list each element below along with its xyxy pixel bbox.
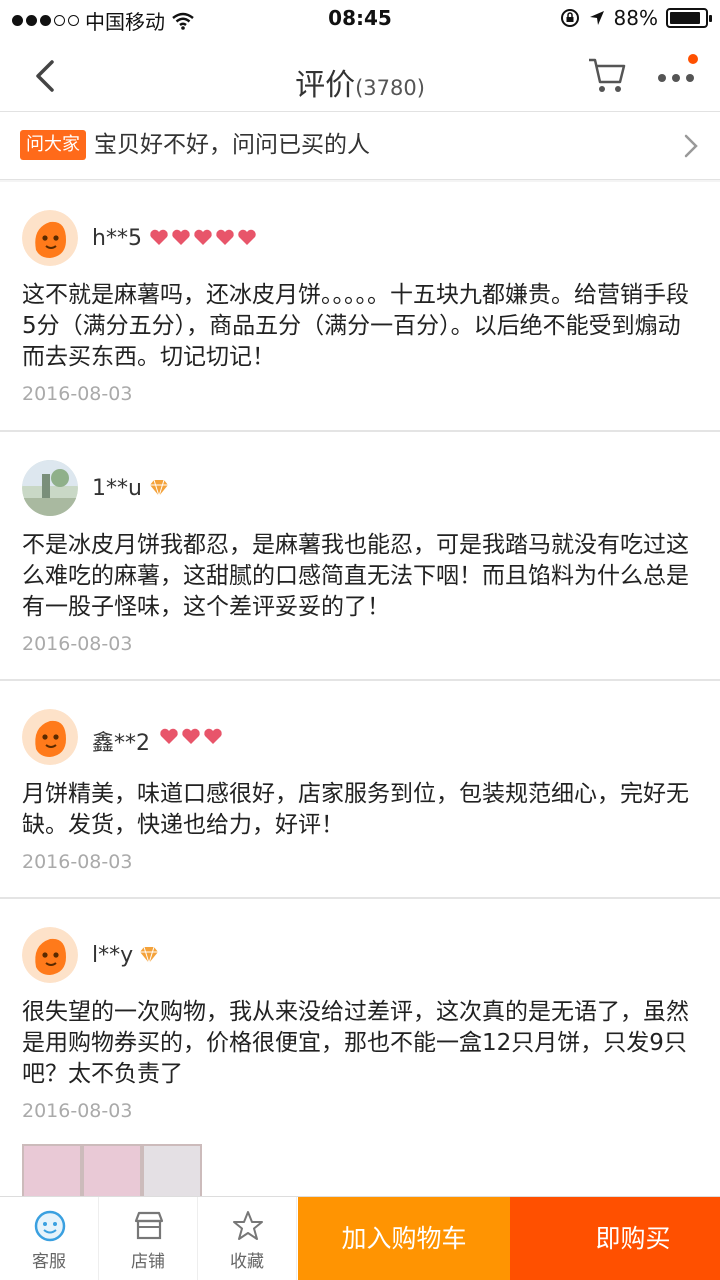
review-header: 鑫**2 xyxy=(0,681,720,765)
review-photo[interactable] xyxy=(82,1144,142,1200)
battery-icon xyxy=(666,8,712,28)
rotation-lock-icon xyxy=(560,9,579,27)
buy-now-button[interactable]: 即购买 xyxy=(510,1197,720,1280)
location-arrow-icon xyxy=(589,11,604,25)
cart-icon[interactable] xyxy=(586,54,628,96)
page-title-label: 评价 xyxy=(295,68,356,103)
avatar[interactable] xyxy=(22,210,78,266)
review-text: 月饼精美，味道口感很好，店家服务到位，包装规范细心，完好无缺。发货，快递也给力，… xyxy=(22,781,689,838)
tab-label: 客服 xyxy=(32,1252,66,1272)
review-item: l**y 很失望的一次购物，我从来没给过差评，这次真的是无语了，虽然是用购物券买… xyxy=(0,898,720,1200)
avatar[interactable] xyxy=(22,709,78,765)
review-item: 鑫**2 月饼精美，味道口感很好，店家服务到位，包装规范细心，完好无缺。发货，快… xyxy=(0,680,720,898)
tab-label: 店铺 xyxy=(131,1252,165,1272)
nav-bar: 评价(3780) xyxy=(0,38,720,112)
user-level xyxy=(148,228,258,248)
star-icon xyxy=(233,1211,263,1240)
review-item: h**5 这不就是麻薯吗，还冰皮月饼。。。。。十五块九都嫌贵。给营销手段5分（满… xyxy=(0,182,720,431)
review-text: 不是冰皮月饼我都忍，是麻薯我也能忍，可是我踏马就没有吃过这么难吃的麻薯，这甜腻的… xyxy=(22,532,689,620)
tab-shop[interactable]: 店铺 xyxy=(99,1197,198,1280)
review-header: 1**u xyxy=(0,432,720,516)
buy-now-label: 即购买 xyxy=(595,1224,671,1253)
tab-label: 收藏 xyxy=(230,1252,264,1272)
user-level xyxy=(158,727,226,747)
review-photo[interactable] xyxy=(22,1144,82,1200)
status-right: 88% xyxy=(560,6,712,30)
add-to-cart-button[interactable]: 加入购物车 xyxy=(298,1197,510,1280)
bottom-action-bar: 客服 店铺 收藏 加入购物车 即购买 xyxy=(0,1196,720,1280)
service-icon xyxy=(34,1210,66,1242)
shop-icon xyxy=(134,1211,164,1240)
review-date: 2016-08-03 xyxy=(22,851,133,873)
battery-percent: 88% xyxy=(613,6,658,30)
ask-everyone-banner[interactable]: 问大家 宝贝好不好，问问已买的人 xyxy=(0,112,720,180)
chevron-right-icon xyxy=(684,134,698,158)
review-text: 这不就是麻薯吗，还冰皮月饼。。。。。十五块九都嫌贵。给营销手段5分（满分五分），… xyxy=(22,282,689,370)
heart-level-icon xyxy=(150,229,256,245)
avatar[interactable] xyxy=(22,927,78,983)
status-bar: 中国移动 08:45 88% xyxy=(0,0,720,38)
avatar[interactable] xyxy=(22,460,78,516)
username: l**y xyxy=(92,943,134,968)
notification-dot xyxy=(688,54,698,64)
heart-level-icon xyxy=(160,728,222,744)
review-item: 1**u 不是冰皮月饼我都忍，是麻薯我也能忍，可是我踏马就没有吃过这么难吃的麻薯… xyxy=(0,431,720,680)
review-count: (3780) xyxy=(355,76,425,100)
review-list[interactable]: h**5 这不就是麻薯吗，还冰皮月饼。。。。。十五块九都嫌贵。给营销手段5分（满… xyxy=(0,182,720,1200)
ask-text: 宝贝好不好，问问已买的人 xyxy=(94,132,370,158)
diamond-level-icon xyxy=(150,479,168,498)
review-text: 很失望的一次购物，我从来没给过差评，这次真的是无语了，虽然是用购物券买的，价格很… xyxy=(22,999,689,1087)
review-photos[interactable] xyxy=(0,1130,720,1200)
user-level xyxy=(148,478,170,498)
more-icon xyxy=(658,74,694,82)
review-photo[interactable] xyxy=(142,1144,202,1200)
review-date: 2016-08-03 xyxy=(22,383,133,405)
username: h**5 xyxy=(92,226,142,251)
username: 鑫**2 xyxy=(92,731,150,756)
battery-fill xyxy=(670,12,700,24)
tab-favorite[interactable]: 收藏 xyxy=(198,1197,297,1280)
review-date: 2016-08-03 xyxy=(22,1100,133,1122)
review-header: h**5 xyxy=(0,182,720,266)
review-header: l**y xyxy=(0,899,720,983)
diamond-level-icon xyxy=(140,946,158,965)
ask-badge: 问大家 xyxy=(20,130,86,160)
tab-service[interactable]: 客服 xyxy=(0,1197,99,1280)
more-button[interactable] xyxy=(656,54,700,96)
username: 1**u xyxy=(92,476,142,501)
user-level xyxy=(138,945,160,965)
review-date: 2016-08-03 xyxy=(22,633,133,655)
